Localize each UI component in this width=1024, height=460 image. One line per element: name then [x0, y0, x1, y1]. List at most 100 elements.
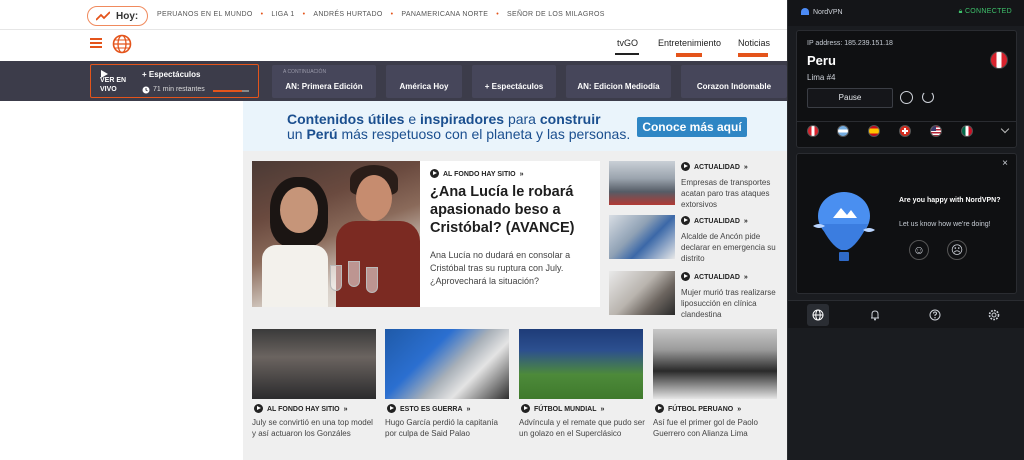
- clock-icon: [142, 86, 150, 94]
- feature-image[interactable]: [252, 161, 420, 307]
- chevron-right-icon: »: [343, 406, 348, 413]
- side-story-thumbnail[interactable]: [609, 161, 675, 205]
- card-text[interactable]: Advíncula y el remate que pudo ser un go…: [519, 417, 645, 439]
- vpn-server: Lima #4: [807, 73, 836, 82]
- trending-link[interactable]: PANAMERICANA NORTE: [401, 11, 488, 18]
- side-story-thumbnail[interactable]: [609, 215, 675, 259]
- chevron-right-icon: »: [743, 164, 748, 171]
- nav-active-underline: [615, 53, 639, 55]
- feedback-question: Are you happy with NordVPN?: [899, 197, 1001, 204]
- separator-dot: •: [390, 11, 394, 18]
- trending-link[interactable]: PERUANOS EN EL MUNDO: [157, 11, 253, 18]
- banner-text: e: [404, 111, 421, 127]
- vpn-title-bar: NordVPN 🔒︎ CONNECTED: [788, 0, 1024, 26]
- card-tag[interactable]: FÚTBOL PERUANO»: [655, 404, 741, 413]
- news-card[interactable]: ESTO ES GUERRA» Hugo García perdió la ca…: [385, 329, 509, 444]
- chevron-right-icon: »: [737, 406, 742, 413]
- card-tag-label: FÚTBOL MUNDIAL: [534, 406, 597, 413]
- usa-flag-icon[interactable]: [930, 125, 942, 137]
- help-icon[interactable]: [924, 304, 946, 326]
- menu-icon[interactable]: [90, 38, 102, 48]
- card-tag-label: AL FONDO HAY SITIO: [267, 406, 340, 413]
- nav-entretenimiento[interactable]: Entretenimiento: [658, 38, 721, 48]
- america-logo-icon[interactable]: [112, 34, 132, 54]
- news-content: AL FONDO HAY SITIO» ¿Ana Lucía le robará…: [243, 151, 787, 460]
- card-thumbnail[interactable]: [653, 329, 777, 399]
- pause-button[interactable]: Pause: [807, 88, 893, 108]
- trending-link[interactable]: SEÑOR DE LOS MILAGROS: [507, 11, 605, 18]
- argentina-flag-icon[interactable]: [837, 125, 849, 137]
- side-story-text[interactable]: Mujer murió tras realizarse liposucción …: [681, 287, 783, 320]
- schedule-item[interactable]: AN: Edicion Mediodía: [566, 65, 671, 98]
- close-icon[interactable]: ×: [1002, 158, 1008, 169]
- card-text[interactable]: Así fue el primer gol de Paolo Guerrero …: [653, 417, 779, 439]
- chevron-down-icon[interactable]: [1000, 124, 1010, 134]
- side-story[interactable]: ACTUALIDAD» Empresas de transportes acat…: [609, 161, 784, 209]
- feature-lede: Ana Lucía no dudará en consolar a Cristó…: [430, 250, 571, 286]
- card-tag[interactable]: ESTO ES GUERRA»: [387, 404, 470, 413]
- nav-noticias[interactable]: Noticias: [738, 38, 770, 48]
- reconnect-icon[interactable]: [922, 91, 934, 103]
- schedule-item[interactable]: + Espectáculos: [472, 65, 556, 98]
- banner-bold-text: Perú: [306, 126, 338, 142]
- feature-tag[interactable]: AL FONDO HAY SITIO»: [430, 169, 524, 178]
- play-icon: [430, 169, 439, 178]
- feature-tag-label: AL FONDO HAY SITIO: [443, 171, 516, 178]
- bell-icon[interactable]: [864, 304, 886, 326]
- schedule-item[interactable]: América Hoy: [386, 65, 462, 98]
- hoy-trending-button[interactable]: Hoy:: [87, 6, 148, 26]
- card-tag[interactable]: AL FONDO HAY SITIO»: [254, 404, 348, 413]
- now-playing-box[interactable]: VER EN VIVO + Espectáculos 71 min restan…: [90, 64, 259, 98]
- image-shape: [356, 175, 392, 221]
- switzerland-flag-icon[interactable]: [899, 125, 911, 137]
- news-card[interactable]: AL FONDO HAY SITIO» July se convirtió en…: [252, 329, 376, 444]
- happy-face-icon[interactable]: ☺: [909, 240, 929, 260]
- side-story-thumbnail[interactable]: [609, 271, 675, 315]
- card-thumbnail[interactable]: [519, 329, 643, 399]
- news-card[interactable]: FÚTBOL MUNDIAL» Advíncula y el remate qu…: [519, 329, 645, 444]
- side-story-tag[interactable]: ACTUALIDAD»: [681, 162, 748, 171]
- side-story-text[interactable]: Empresas de transportes acatan paro tras…: [681, 177, 783, 210]
- card-text[interactable]: July se convirtió en una top model y así…: [252, 417, 378, 439]
- sad-face-icon[interactable]: ☹: [947, 240, 967, 260]
- schedule-item[interactable]: Corazon Indomable: [681, 65, 787, 98]
- sponsor-banner[interactable]: Contenidos útiles e inspiradores para co…: [243, 101, 787, 151]
- card-thumbnail[interactable]: [385, 329, 509, 399]
- trending-link[interactable]: LIGA 1: [271, 11, 294, 18]
- feature-story[interactable]: AL FONDO HAY SITIO» ¿Ana Lucía le robará…: [252, 161, 600, 307]
- feature-headline[interactable]: ¿Ana Lucía le robará apasionado beso a C…: [430, 183, 595, 237]
- conoce-mas-button[interactable]: Conoce más aquí: [637, 117, 747, 137]
- spain-flag-icon[interactable]: [868, 125, 880, 137]
- news-card[interactable]: FÚTBOL PERUANO» Así fue el primer gol de…: [653, 329, 777, 444]
- card-text[interactable]: Hugo García perdió la capitanía por culp…: [385, 417, 511, 439]
- website-page: Hoy: PERUANOS EN EL MUNDO • LIGA 1 • ANDRÉS …: [0, 0, 787, 460]
- schedule-item[interactable]: A CONTINUACIÓN AN: Primera Edición: [272, 65, 376, 98]
- feedback-card: × Are you happy with NordVPN? Let us kno…: [796, 153, 1017, 294]
- power-icon[interactable]: [900, 91, 913, 104]
- vpn-country: Peru: [807, 53, 836, 68]
- bell-icon-graphic: [871, 310, 879, 321]
- nav-tvgo[interactable]: tvGO: [617, 38, 638, 48]
- side-story[interactable]: ACTUALIDAD» Alcalde de Ancón pide declar…: [609, 215, 784, 263]
- card-thumbnail[interactable]: [252, 329, 376, 399]
- vpn-status-label: CONNECTED: [964, 8, 1012, 15]
- settings-icon[interactable]: [983, 304, 1005, 326]
- current-program: + Espectáculos: [142, 70, 201, 79]
- mexico-flag-icon[interactable]: [961, 125, 973, 137]
- side-story-tag[interactable]: ACTUALIDAD»: [681, 216, 748, 225]
- trending-link[interactable]: ANDRÉS HURTADO: [313, 11, 382, 18]
- side-story-tag[interactable]: ACTUALIDAD»: [681, 272, 748, 281]
- vpn-status: 🔒︎ CONNECTED: [959, 8, 1012, 16]
- vpn-brand-label: NordVPN: [813, 9, 843, 16]
- peru-flag-icon[interactable]: [807, 125, 819, 137]
- play-icon: [681, 272, 690, 281]
- feedback-prompt: Let us know how we're doing!: [899, 221, 991, 228]
- vpn-bottom-tabs: [788, 300, 1024, 328]
- ver-en-vivo-label: VER EN VIVO: [100, 77, 127, 93]
- card-tag[interactable]: FÚTBOL MUNDIAL»: [521, 404, 604, 413]
- globe-icon[interactable]: [807, 304, 829, 326]
- side-story-text[interactable]: Alcalde de Ancón pide declarar en emerge…: [681, 231, 783, 264]
- image-shape: [262, 245, 328, 307]
- side-story[interactable]: ACTUALIDAD» Mujer murió tras realizarse …: [609, 271, 784, 319]
- next-label: A CONTINUACIÓN: [283, 69, 327, 75]
